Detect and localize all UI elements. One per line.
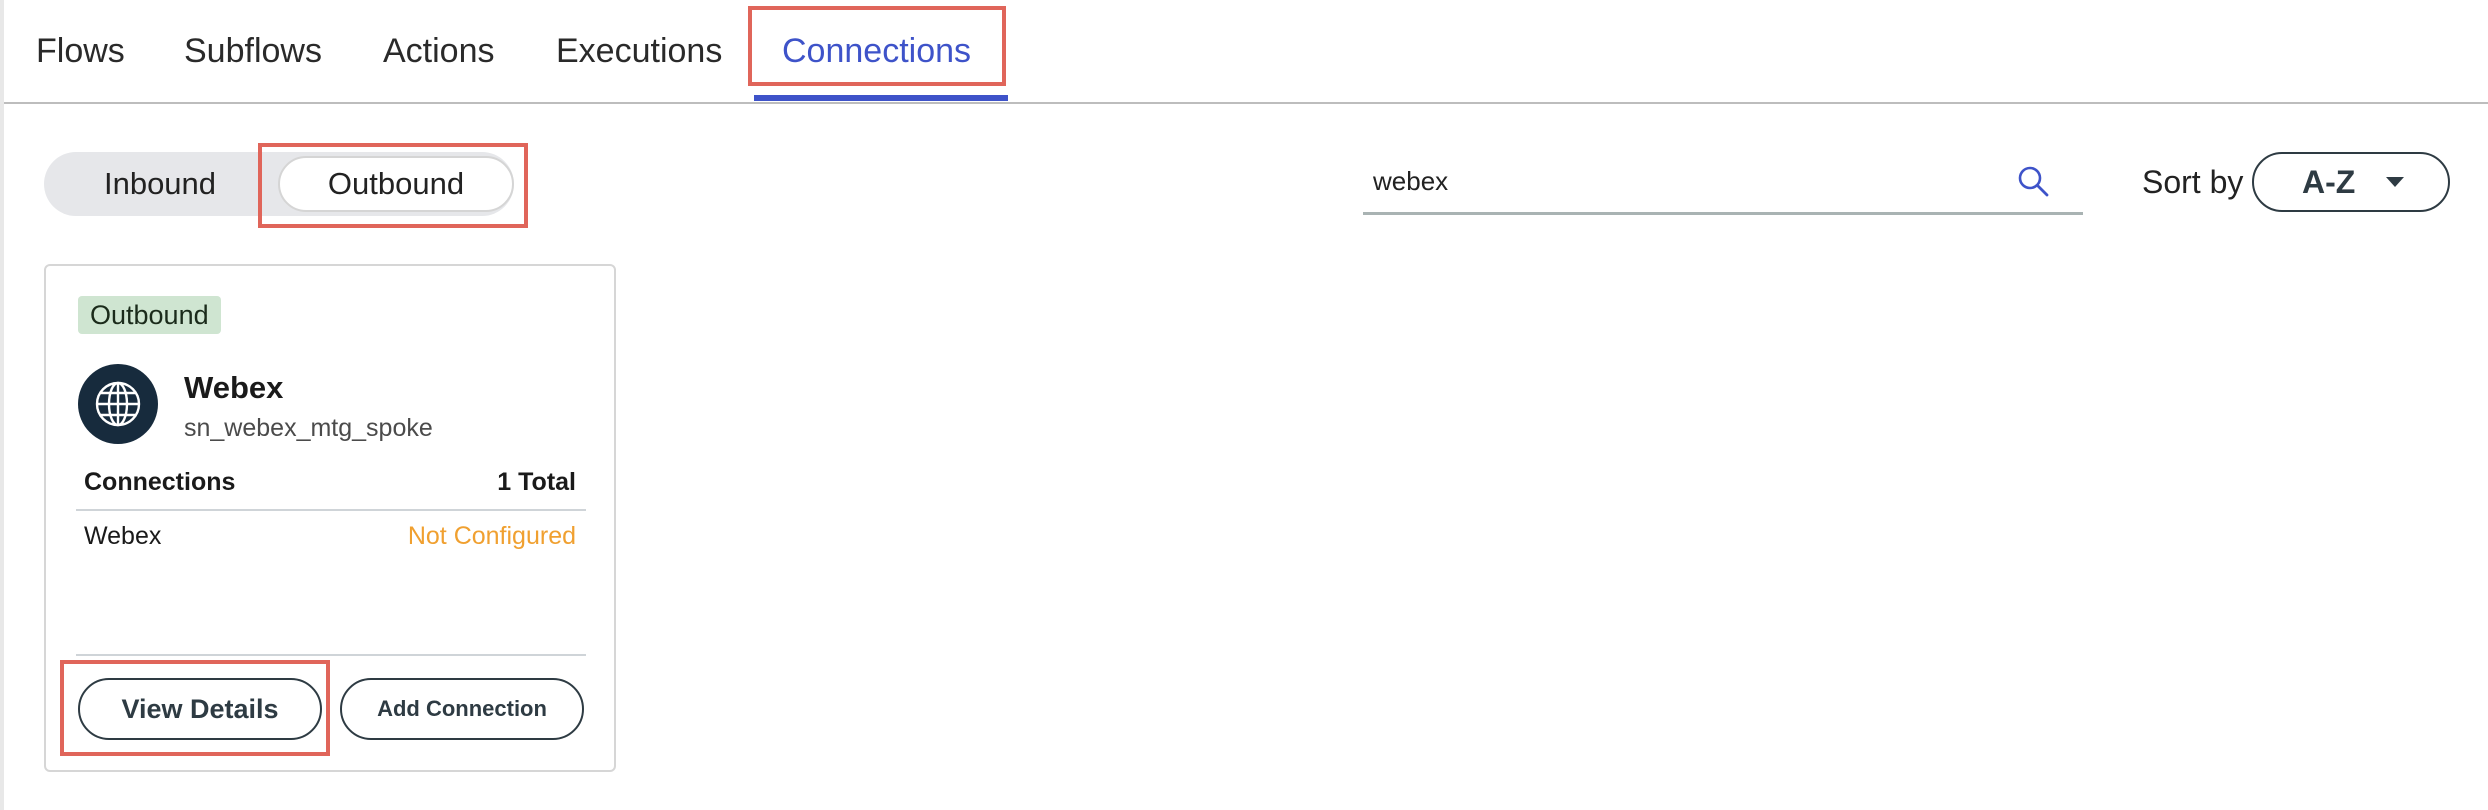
card-subtitle: sn_webex_mtg_spoke [184, 414, 433, 442]
outbound-toggle-option[interactable]: Outbound [278, 156, 514, 212]
add-connection-button[interactable]: Add Connection [340, 678, 584, 740]
direction-badge: Outbound [78, 296, 221, 334]
avatar [78, 364, 158, 444]
search-input[interactable] [1371, 160, 1995, 202]
tab-flows[interactable]: Flows [36, 0, 125, 102]
connection-status: Not Configured [407, 522, 576, 550]
connections-header: Connections [84, 468, 236, 496]
search-field [1363, 150, 2083, 215]
inbound-toggle-option[interactable]: Inbound [44, 152, 276, 216]
tab-executions[interactable]: Executions [556, 0, 722, 102]
divider [76, 654, 586, 656]
connections-total: 1 Total [497, 468, 576, 496]
tab-subflows[interactable]: Subflows [184, 0, 322, 102]
globe-icon [95, 381, 141, 427]
sort-value: A-Z [2302, 164, 2356, 200]
divider [76, 509, 586, 511]
search-icon[interactable] [2016, 164, 2050, 198]
active-tab-indicator [754, 95, 1008, 101]
window-edge [0, 0, 4, 810]
sort-by-label: Sort by [2142, 164, 2244, 200]
tab-bar: Flows Subflows Actions Executions Connec… [4, 0, 2488, 104]
tab-actions[interactable]: Actions [383, 0, 495, 102]
card-title: Webex [184, 370, 284, 405]
sort-dropdown[interactable]: A-Z [2252, 152, 2450, 212]
direction-toggle: Inbound Outbound [44, 152, 514, 216]
view-details-button[interactable]: View Details [78, 678, 322, 740]
tab-connections[interactable]: Connections [782, 0, 971, 102]
connection-card: Outbound Webex sn_webex_mtg_spoke Connec… [44, 264, 616, 772]
connection-name: Webex [84, 522, 162, 550]
caret-down-icon [2386, 177, 2404, 187]
